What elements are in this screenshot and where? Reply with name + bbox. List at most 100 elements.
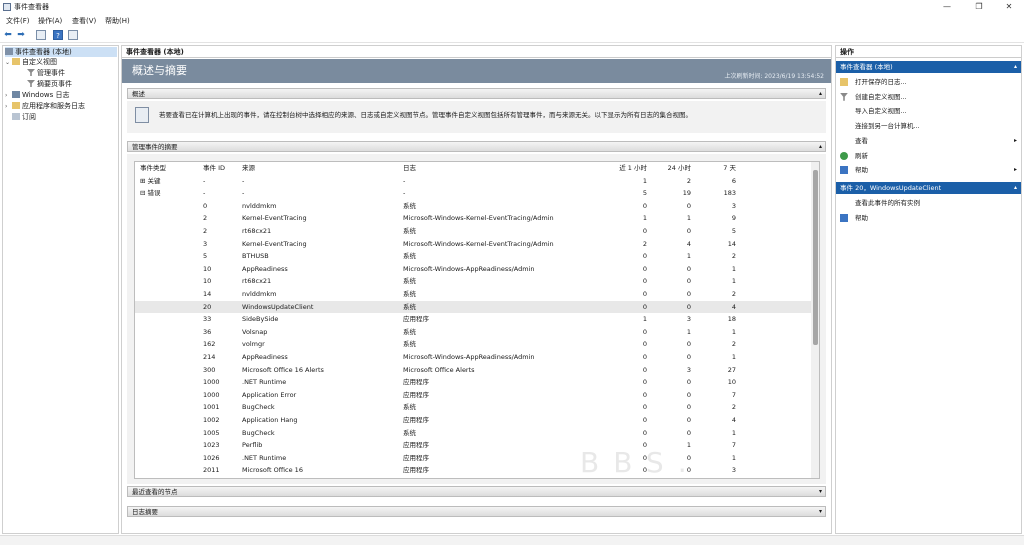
action-item[interactable]: 查看此事件的所有实例 [836, 196, 1021, 210]
menu-file[interactable]: 文件(F) [6, 16, 30, 26]
table-row[interactable]: 36 Volsnap 系统 0 1 1 [135, 326, 811, 339]
minimize-button[interactable]: — [932, 0, 962, 14]
action-item[interactable]: 连接到另一台计算机... [836, 119, 1021, 133]
menu-help[interactable]: 帮助(H) [105, 16, 130, 26]
actions-section-local[interactable]: 事件查看器 (本地) ▴ [836, 61, 1021, 73]
expand-plus-icon[interactable]: ⊞ [140, 177, 145, 185]
tree-item-windows-logs[interactable]: › Windows 日志 [5, 90, 69, 100]
table-row[interactable]: 3 Kernel-EventTracing Microsoft-Windows-Ke… [135, 238, 811, 251]
collapse-icon[interactable]: ▴ [819, 89, 822, 99]
col-header-id[interactable]: 事件 ID [203, 162, 239, 175]
cell-source: Volsnap [242, 326, 402, 339]
cell-text: 10 [727, 378, 736, 387]
table-row[interactable]: 14 nvlddmkm 系统 0 0 2 [135, 288, 811, 301]
table-row[interactable]: 1000 .NET Runtime 应用程序 0 0 10 [135, 376, 811, 389]
collapse-icon[interactable]: ▴ [1014, 61, 1017, 73]
log-summary-section-header[interactable]: 日志摘要 ▾ [127, 506, 826, 517]
action-item[interactable]: 导入自定义视图... [836, 104, 1021, 118]
expand-icon[interactable]: ▾ [819, 507, 822, 517]
table-row[interactable]: 1002 Application Hang 应用程序 0 0 4 [135, 414, 811, 427]
actions-header: 操作 [836, 46, 1021, 58]
col-header-type[interactable]: 事件类型 [140, 162, 200, 175]
table-row[interactable]: 20 WindowsUpdateClient 系统 0 0 4 [135, 300, 811, 314]
close-button[interactable]: ✕ [994, 0, 1024, 14]
table-row[interactable]: 0 nvlddmkm 系统 0 0 3 [135, 200, 811, 213]
help-icon[interactable]: ? [53, 30, 63, 40]
col-header-last-hour[interactable]: 近 1 小时 [605, 162, 647, 175]
cell-7-days: 2 [695, 401, 736, 414]
tree-item-label: 应用程序和服务日志 [22, 102, 85, 110]
back-arrow-icon[interactable]: ⬅ [3, 30, 13, 40]
table-row[interactable]: 214 AppReadiness Microsoft-Windows-AppRead… [135, 351, 811, 364]
table-row[interactable]: 2 rt68cx21 系统 0 0 5 [135, 225, 811, 238]
table-row[interactable]: 2011 Microsoft Office 16 应用程序 0 0 3 [135, 464, 811, 477]
tree-item-event-viewer-local[interactable]: 事件查看器 (本地) [5, 47, 117, 57]
show-hide-action-pane-icon[interactable] [68, 30, 78, 40]
tree-item-summary-events[interactable]: 摘要页事件 [27, 79, 72, 89]
show-hide-tree-icon[interactable] [36, 30, 46, 40]
actions-section-event[interactable]: 事件 20，WindowsUpdateClient ▴ [836, 182, 1021, 194]
cell-text: 7 [731, 390, 736, 399]
action-item[interactable]: 帮助 ▸ [836, 163, 1021, 177]
admin-summary-section-header[interactable]: 管理事件的摘要 ▴ [127, 141, 826, 152]
action-item[interactable]: 帮助 [836, 211, 1021, 225]
cell-last-hour: 0 [605, 414, 647, 427]
table-row[interactable]: 10 rt68cx21 系统 0 0 1 [135, 275, 811, 288]
table-row[interactable]: 1005 BugCheck 系统 0 0 1 [135, 427, 811, 440]
menu-action[interactable]: 操作(A) [38, 16, 62, 26]
chevron-down-icon[interactable]: ⌄ [5, 58, 12, 68]
tree-item-subscriptions[interactable]: 订阅 [12, 112, 36, 122]
collapse-icon[interactable]: ▴ [1014, 182, 1017, 194]
cell-text: 1 [642, 176, 647, 185]
table-row[interactable]: 1026 .NET Runtime 应用程序 0 0 1 [135, 452, 811, 465]
cell-24-hours: 0 [651, 401, 691, 414]
table-row[interactable]: ⊟ 错误 - - -5 19 183 [135, 187, 811, 200]
overview-section-header[interactable]: 概述 ▴ [127, 88, 826, 99]
cell-text: 5 [642, 189, 647, 198]
tree-item-app-service-logs[interactable]: › 应用程序和服务日志 [5, 101, 85, 111]
action-item[interactable]: 查看 ▸ [836, 134, 1021, 148]
col-header-log[interactable]: 日志 [403, 162, 603, 175]
cell-7-days: 9 [695, 212, 736, 225]
table-row[interactable]: 33 SideBySide 应用程序 1 3 18 [135, 313, 811, 326]
cell-last-hour: 0 [605, 263, 647, 276]
table-row[interactable]: 1000 Application Error 应用程序 0 0 7 [135, 389, 811, 402]
forward-arrow-icon[interactable]: ➡ [16, 30, 26, 40]
recent-nodes-section-header[interactable]: 最近查看的节点 ▾ [127, 486, 826, 497]
table-row[interactable]: 10 AppReadiness Microsoft-Windows-AppReadi… [135, 263, 811, 276]
table-row[interactable]: 1023 Perflib 应用程序 0 1 7 [135, 439, 811, 452]
table-row[interactable]: 1001 BugCheck 系统 0 0 2 [135, 401, 811, 414]
tree-item-custom-views[interactable]: ⌄ 自定义视图 [5, 57, 57, 67]
cell-text: 4 [731, 416, 736, 424]
table-row[interactable]: 300 Microsoft Office 16 Alerts Microsoft O… [135, 364, 811, 377]
table-row[interactable]: 5 BTHUSB 系统 0 1 2 [135, 250, 811, 263]
tree-item-admin-events[interactable]: 管理事件 [27, 68, 65, 78]
action-item[interactable]: 刷新 [836, 149, 1021, 163]
expand-icon[interactable]: ▾ [819, 487, 822, 497]
section-label: 事件查看器 (本地) [840, 63, 893, 71]
restore-button[interactable]: ❐ [964, 0, 994, 14]
cell-text: 0 [686, 264, 691, 273]
cell-7-days: 3 [695, 464, 736, 477]
collapse-icon[interactable]: ▴ [819, 142, 822, 152]
filter-icon [840, 92, 848, 101]
col-header-7-days[interactable]: 7 天 [695, 162, 736, 175]
table-row[interactable]: 162 volmgr 系统 0 0 2 [135, 338, 811, 351]
chevron-right-icon[interactable]: › [5, 91, 12, 101]
filter-icon [27, 80, 35, 87]
table-row[interactable]: ⊞ 关键 - - -1 2 6 [135, 175, 811, 188]
cell-text: 0 [686, 290, 691, 298]
col-header-24-hours[interactable]: 24 小时 [651, 162, 691, 175]
col-header-source[interactable]: 来源 [242, 162, 402, 175]
scrollbar-thumb[interactable] [813, 170, 818, 345]
overview-description: 若要查看已在计算机上出现的事件，请在控制台树中选择相应的来源、日志或自定义视图节… [159, 111, 692, 119]
cell-source: BugCheck [242, 401, 402, 414]
table-row[interactable]: 2 Kernel-EventTracing Microsoft-Windows-Ke… [135, 212, 811, 225]
cell-log: 应用程序 [403, 452, 603, 465]
menu-view[interactable]: 查看(V) [72, 16, 96, 26]
action-item[interactable]: 创建自定义视图... [836, 90, 1021, 104]
collapse-minus-icon[interactable]: ⊟ [140, 189, 145, 197]
chevron-right-icon[interactable]: › [5, 102, 12, 112]
vertical-scrollbar[interactable] [811, 162, 819, 478]
action-item[interactable]: 打开保存的日志... [836, 75, 1021, 89]
